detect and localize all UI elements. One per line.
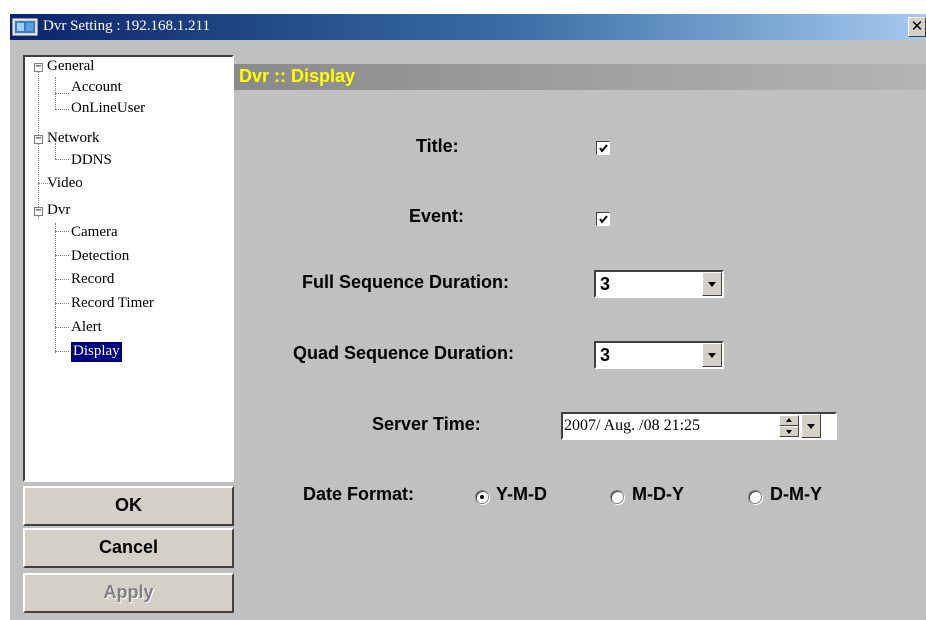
server-time-value: 2007/ Aug. /08 21:25 — [564, 417, 701, 434]
dvr-setting-window: Dvr Setting : 192.168.1.211 ✕ − General … — [10, 14, 926, 620]
date-format-mdy-radio[interactable] — [610, 490, 624, 504]
tree-item-general[interactable]: General — [47, 57, 94, 77]
collapse-icon[interactable]: − — [34, 62, 43, 72]
settings-tree[interactable]: − General Account OnLineUser − Network D… — [23, 55, 234, 482]
spin-down-icon[interactable] — [779, 426, 799, 437]
panel-title: Dvr :: Display — [239, 66, 356, 86]
cancel-button[interactable]: Cancel — [23, 528, 234, 568]
spin-up-icon[interactable] — [779, 415, 799, 426]
tree-item-display[interactable]: Display — [71, 342, 122, 362]
date-format-ymd-radio[interactable] — [475, 490, 489, 504]
ok-button[interactable]: OK — [23, 486, 234, 526]
title-label: Title: — [416, 136, 459, 156]
tree-item-account[interactable]: Account — [71, 78, 122, 98]
tree-item-network[interactable]: Network — [47, 129, 100, 149]
calendar-dropdown-icon[interactable] — [801, 414, 821, 438]
apply-button[interactable]: Apply — [23, 573, 234, 613]
date-format-dmy-radio[interactable] — [748, 490, 762, 504]
collapse-icon[interactable]: − — [34, 206, 43, 216]
server-time-label: Server Time: — [372, 414, 481, 434]
tree-item-record[interactable]: Record — [71, 270, 114, 290]
chevron-down-icon[interactable] — [702, 272, 722, 296]
close-icon[interactable]: ✕ — [908, 17, 926, 37]
event-checkbox[interactable] — [596, 212, 610, 226]
quad-sequence-label: Quad Sequence Duration: — [293, 343, 515, 363]
full-sequence-value: 3 — [600, 274, 611, 294]
collapse-icon[interactable]: − — [34, 134, 43, 144]
title-bar[interactable]: Dvr Setting : 192.168.1.211 ✕ — [10, 14, 926, 40]
date-format-mdy-label[interactable]: M-D-Y — [632, 484, 684, 505]
date-format-dmy-label[interactable]: D-M-Y — [770, 484, 822, 505]
tree-item-ddns[interactable]: DDNS — [71, 151, 112, 171]
event-label: Event: — [409, 206, 465, 226]
full-sequence-select[interactable]: 3 — [594, 270, 724, 298]
date-format-label: Date Format: — [303, 484, 415, 504]
tree-item-camera[interactable]: Camera — [71, 223, 118, 243]
tree-item-detection[interactable]: Detection — [71, 247, 129, 267]
tree-item-record-timer[interactable]: Record Timer — [71, 294, 154, 314]
server-time-picker[interactable]: 2007/ Aug. /08 21:25 — [561, 412, 837, 440]
tree-item-alert[interactable]: Alert — [71, 318, 102, 338]
full-sequence-label: Full Sequence Duration: — [302, 272, 510, 292]
panel-header: Dvr :: Display — [234, 64, 926, 90]
window-title: Dvr Setting : 192.168.1.211 — [43, 18, 210, 34]
tree-item-dvr[interactable]: Dvr — [47, 201, 70, 221]
date-format-ymd-label[interactable]: Y-M-D — [496, 484, 547, 505]
chevron-down-icon[interactable] — [702, 343, 722, 367]
time-spinner[interactable] — [779, 415, 799, 437]
tree-item-onlineuser[interactable]: OnLineUser — [71, 99, 145, 119]
quad-sequence-value: 3 — [600, 345, 611, 365]
title-checkbox[interactable] — [596, 141, 610, 155]
quad-sequence-select[interactable]: 3 — [594, 341, 724, 369]
tree-item-video[interactable]: Video — [47, 174, 83, 194]
app-icon — [12, 17, 38, 37]
